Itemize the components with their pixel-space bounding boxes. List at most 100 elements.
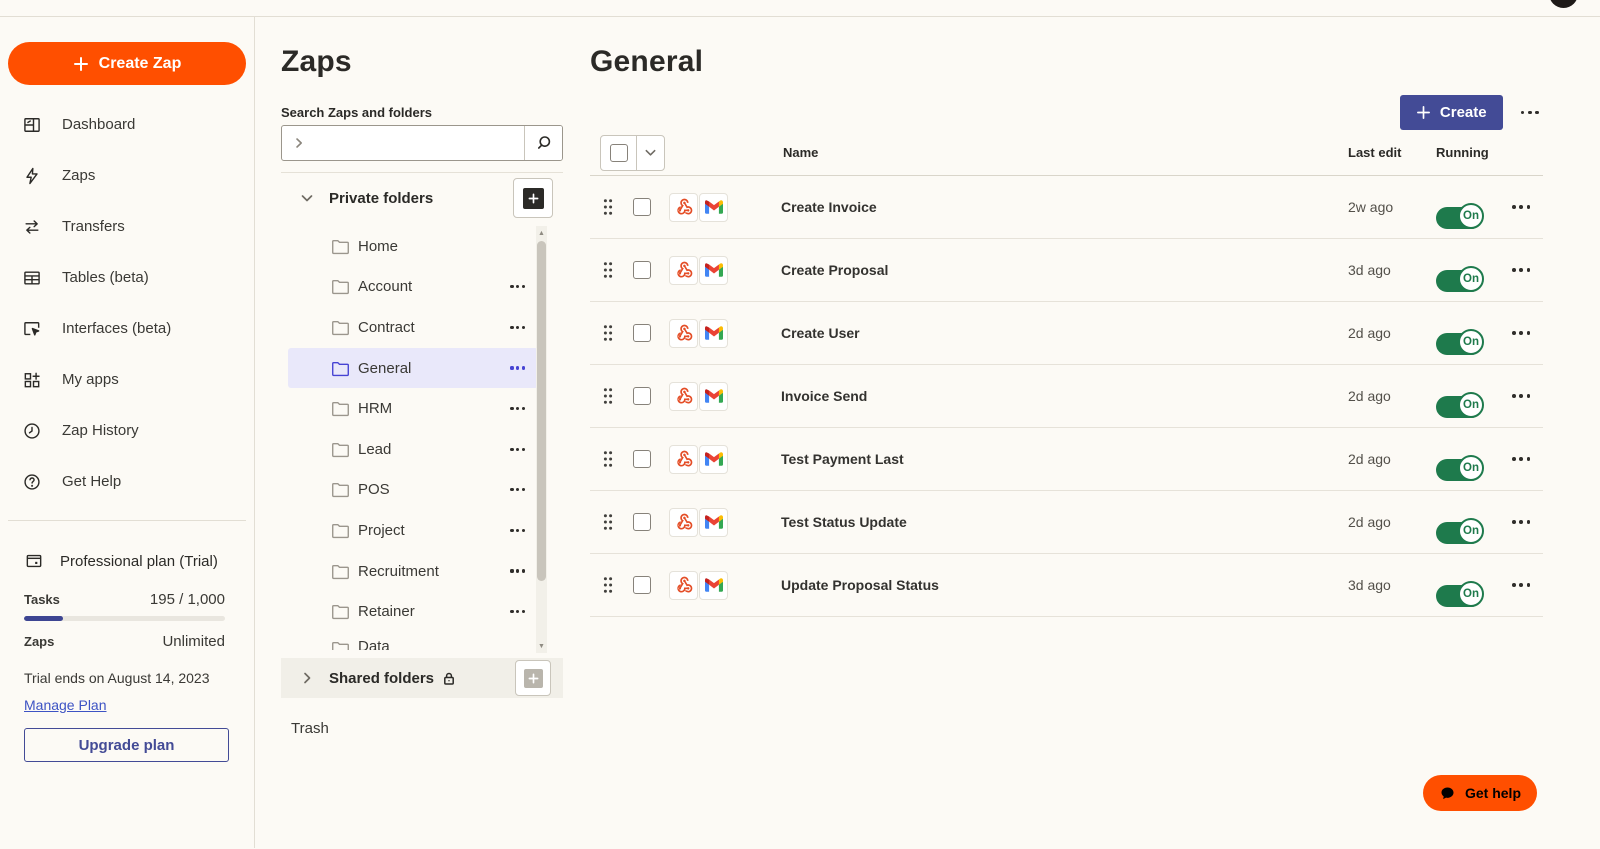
app-icons bbox=[669, 381, 728, 411]
search-input[interactable] bbox=[316, 126, 524, 160]
user-avatar[interactable] bbox=[1549, 0, 1578, 8]
zap-name[interactable]: Test Status Update bbox=[781, 514, 1348, 530]
zap-name[interactable]: Test Payment Last bbox=[781, 451, 1348, 467]
folder-actions-menu-button[interactable] bbox=[1517, 107, 1543, 119]
get-help-button[interactable]: Get help bbox=[1422, 775, 1537, 811]
create-button[interactable]: Create bbox=[1399, 95, 1503, 130]
folder-menu-button[interactable] bbox=[506, 403, 529, 414]
folder-item[interactable]: POS bbox=[288, 470, 538, 511]
folder-item[interactable]: Lead bbox=[288, 429, 538, 470]
chevron-down-icon[interactable] bbox=[300, 191, 314, 205]
zap-menu-button[interactable] bbox=[1508, 516, 1534, 528]
drag-handle-icon[interactable] bbox=[602, 324, 616, 342]
toggle-state-label: On bbox=[1458, 203, 1484, 229]
add-private-folder-button[interactable] bbox=[513, 178, 553, 218]
drag-handle-icon[interactable] bbox=[602, 387, 616, 405]
trash-link[interactable]: Trash bbox=[291, 720, 351, 737]
chevron-right-icon[interactable] bbox=[300, 671, 314, 685]
folders-panel: Zaps Search Zaps and folders Private fol… bbox=[255, 17, 563, 848]
row-checkbox[interactable] bbox=[633, 261, 651, 279]
folder-item[interactable]: Contract bbox=[288, 307, 538, 348]
folder-icon bbox=[331, 640, 350, 650]
folder-item[interactable]: HRM bbox=[288, 388, 538, 429]
sidebar-item-zaps[interactable]: Zaps bbox=[0, 150, 254, 201]
zap-menu-button[interactable] bbox=[1508, 579, 1534, 591]
tasks-value: 195 / 1,000 bbox=[149, 591, 225, 608]
sidebar-item-zap-history[interactable]: Zap History bbox=[0, 405, 254, 456]
select-all-checkbox[interactable] bbox=[609, 143, 628, 162]
sidebar-item-interfaces[interactable]: Interfaces (beta) bbox=[0, 303, 254, 354]
row-checkbox[interactable] bbox=[633, 576, 651, 594]
row-checkbox[interactable] bbox=[633, 387, 651, 405]
sidebar-item-transfers[interactable]: Transfers bbox=[0, 201, 254, 252]
sidebar-item-label: Interfaces (beta) bbox=[62, 320, 172, 337]
folder-menu-button[interactable] bbox=[506, 444, 529, 455]
add-shared-folder-button[interactable] bbox=[515, 660, 551, 696]
folder-item[interactable]: Home bbox=[288, 226, 538, 267]
create-zap-button[interactable]: Create Zap bbox=[8, 42, 246, 85]
manage-plan-link[interactable]: Manage Plan bbox=[24, 697, 107, 713]
plus-icon bbox=[522, 187, 544, 209]
sidebar-item-get-help[interactable]: Get Help bbox=[0, 456, 254, 507]
folder-menu-button[interactable] bbox=[506, 606, 529, 617]
zaps-value: Unlimited bbox=[162, 633, 225, 650]
zap-name[interactable]: Update Proposal Status bbox=[781, 577, 1348, 593]
folder-list-scrollbar[interactable]: ▲ ▼ bbox=[536, 226, 547, 653]
plan-wallet-icon bbox=[24, 551, 44, 571]
sidebar-item-tables[interactable]: Tables (beta) bbox=[0, 252, 254, 303]
zap-last-edit: 2d ago bbox=[1348, 451, 1391, 467]
zap-menu-button[interactable] bbox=[1508, 327, 1534, 339]
sidebar-item-my-apps[interactable]: My apps bbox=[0, 354, 254, 405]
upgrade-plan-button[interactable]: Upgrade plan bbox=[24, 728, 229, 762]
folder-item[interactable]: Project bbox=[288, 510, 538, 551]
zap-name[interactable]: Create Proposal bbox=[781, 262, 1348, 278]
scroll-up-icon[interactable]: ▲ bbox=[536, 226, 547, 240]
folder-icon bbox=[331, 481, 350, 498]
zap-menu-button[interactable] bbox=[1508, 390, 1534, 402]
folder-menu-button[interactable] bbox=[506, 525, 529, 536]
row-checkbox[interactable] bbox=[633, 324, 651, 342]
row-checkbox[interactable] bbox=[633, 198, 651, 216]
scrollbar-thumb[interactable] bbox=[537, 241, 546, 581]
sidebar-item-dashboard[interactable]: Dashboard bbox=[0, 99, 254, 150]
lock-icon bbox=[442, 671, 456, 686]
folder-name: HRM bbox=[358, 400, 393, 418]
zap-name[interactable]: Create User bbox=[781, 325, 1348, 341]
zap-row: Update Proposal Status 3d ago On bbox=[590, 554, 1543, 617]
zap-menu-button[interactable] bbox=[1508, 264, 1534, 276]
main-content: General Create Name Last edit Running Cr… bbox=[563, 17, 1600, 848]
tasks-progress-bar bbox=[24, 616, 225, 621]
drag-handle-icon[interactable] bbox=[602, 576, 616, 594]
search-icon bbox=[535, 134, 553, 152]
folder-menu-button[interactable] bbox=[506, 362, 529, 373]
row-checkbox[interactable] bbox=[633, 450, 651, 468]
sidebar-item-label: Dashboard bbox=[62, 116, 136, 133]
zap-menu-button[interactable] bbox=[1508, 201, 1534, 213]
folder-item[interactable]: Data bbox=[288, 632, 538, 650]
scroll-down-icon[interactable]: ▼ bbox=[536, 639, 547, 653]
folder-item[interactable]: Recruitment bbox=[288, 551, 538, 592]
zap-row: Create User 2d ago On bbox=[590, 302, 1543, 365]
drag-handle-icon[interactable] bbox=[602, 450, 616, 468]
row-checkbox[interactable] bbox=[633, 513, 651, 531]
folder-item[interactable]: General bbox=[288, 347, 538, 389]
folder-menu-button[interactable] bbox=[506, 281, 529, 292]
webhook-icon bbox=[669, 507, 698, 537]
folder-menu-button[interactable] bbox=[506, 484, 529, 495]
drag-handle-icon[interactable] bbox=[602, 513, 616, 531]
select-dropdown-button[interactable] bbox=[636, 135, 664, 170]
zap-last-edit: 3d ago bbox=[1348, 262, 1391, 278]
shared-folders-header[interactable]: Shared folders bbox=[281, 658, 563, 698]
zap-name[interactable]: Invoice Send bbox=[781, 388, 1348, 404]
folder-item[interactable]: Retainer bbox=[288, 591, 538, 632]
webhook-icon bbox=[669, 381, 698, 411]
folder-item[interactable]: Account bbox=[288, 267, 538, 308]
webhook-icon bbox=[669, 255, 698, 285]
drag-handle-icon[interactable] bbox=[602, 198, 616, 216]
folder-menu-button[interactable] bbox=[506, 565, 529, 576]
zap-name[interactable]: Create Invoice bbox=[781, 199, 1348, 215]
folder-menu-button[interactable] bbox=[506, 322, 529, 333]
search-button[interactable] bbox=[524, 126, 562, 160]
zap-menu-button[interactable] bbox=[1508, 453, 1534, 465]
drag-handle-icon[interactable] bbox=[602, 261, 616, 279]
